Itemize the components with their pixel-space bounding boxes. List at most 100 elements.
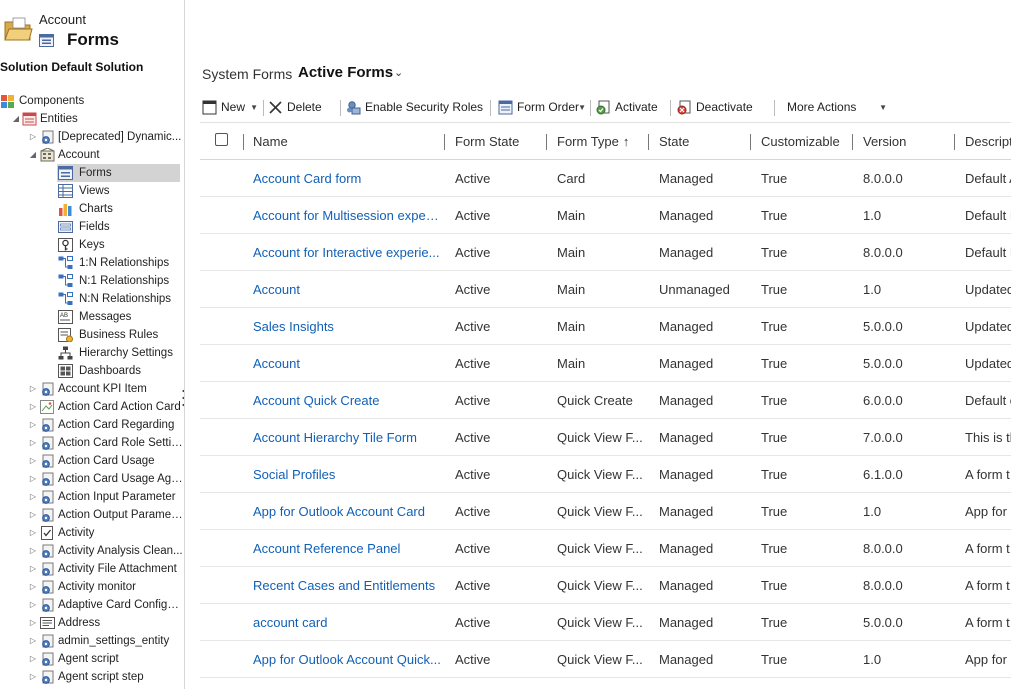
- column-resize-handle[interactable]: [546, 134, 547, 150]
- column-header-description[interactable]: Descript: [965, 123, 1011, 160]
- form-order-button[interactable]: Form Order ▼: [498, 96, 586, 119]
- tree-item[interactable]: ▷ Action Card Regarding: [0, 416, 184, 434]
- tree-item[interactable]: ▷ Agent script: [0, 650, 184, 668]
- table-row[interactable]: App for Outlook Account Card Active Quick …: [200, 493, 1011, 530]
- table-row[interactable]: Account Active Main Unmanaged True 1.0 Updated: [200, 271, 1011, 308]
- expand-arrow-icon[interactable]: ▷: [28, 398, 38, 416]
- select-all-checkbox[interactable]: [215, 133, 228, 146]
- tree-item[interactable]: ▷ Action Card Usage: [0, 452, 184, 470]
- table-row[interactable]: Social Profiles Active Quick View F... Mana…: [200, 456, 1011, 493]
- tree-item[interactable]: ▷ Activity: [0, 524, 184, 542]
- form-name-link[interactable]: Account Quick Create: [253, 382, 443, 419]
- tree-item[interactable]: ▷ Action Card Usage Agg...: [0, 470, 184, 488]
- expand-arrow-icon[interactable]: ▷: [28, 650, 38, 668]
- tree-item[interactable]: ▷ Action Card Action Card: [0, 398, 184, 416]
- tree-item[interactable]: ▷ Activity Analysis Clean...: [0, 542, 184, 560]
- column-header-version[interactable]: Version: [863, 123, 906, 160]
- form-name-link[interactable]: Account Card form: [253, 160, 443, 197]
- tree-item[interactable]: ▷ Address: [0, 614, 184, 632]
- form-name-link[interactable]: Account Reference Panel: [253, 530, 443, 567]
- form-name-link[interactable]: account card: [253, 604, 443, 641]
- tree-item[interactable]: Keys: [0, 236, 184, 254]
- tree-item[interactable]: ▷ Account KPI Item: [0, 380, 184, 398]
- expand-arrow-icon[interactable]: ▷: [28, 668, 38, 686]
- tree-item[interactable]: ◢ Account: [0, 146, 184, 164]
- expand-arrow-icon[interactable]: ▷: [28, 596, 38, 614]
- form-name-link[interactable]: Social Profiles: [253, 456, 443, 493]
- new-button[interactable]: New ▼: [202, 96, 258, 119]
- column-resize-handle[interactable]: [444, 134, 445, 150]
- column-header-form-type[interactable]: Form Type ↑: [557, 123, 629, 160]
- expand-arrow-icon[interactable]: ▷: [28, 632, 38, 650]
- column-header-customizable[interactable]: Customizable: [761, 123, 840, 160]
- table-row[interactable]: Sales Insights Active Main Managed True 5.0.0…: [200, 308, 1011, 345]
- activate-button[interactable]: Activate: [596, 96, 668, 119]
- expand-arrow-icon[interactable]: ▷: [28, 416, 38, 434]
- column-header-state[interactable]: State: [659, 123, 689, 160]
- tree-item[interactable]: Fields: [0, 218, 184, 236]
- form-name-link[interactable]: Account: [253, 271, 443, 308]
- tree-item[interactable]: 1:N Relationships: [0, 254, 184, 272]
- column-header-form-state[interactable]: Form State: [455, 123, 519, 160]
- tree-item[interactable]: N:1 Relationships: [0, 272, 184, 290]
- tree-item[interactable]: ▷ Activity File Attachment: [0, 560, 184, 578]
- more-actions-button[interactable]: More Actions ▼: [787, 96, 887, 119]
- tree-item[interactable]: Hierarchy Settings: [0, 344, 184, 362]
- tree-item[interactable]: ◢ Entities: [0, 110, 184, 128]
- column-resize-handle[interactable]: [648, 134, 649, 150]
- form-name-link[interactable]: Account Hierarchy Tile Form: [253, 419, 443, 456]
- column-resize-handle[interactable]: [243, 134, 244, 150]
- table-row[interactable]: Account Quick Create Active Quick Create Ma…: [200, 382, 1011, 419]
- table-row[interactable]: Recent Cases and Entitlements Active Quick…: [200, 567, 1011, 604]
- tree-item[interactable]: Charts: [0, 200, 184, 218]
- expand-arrow-icon[interactable]: ▷: [28, 614, 38, 632]
- table-row[interactable]: Account Card form Active Card Managed True 8.…: [200, 160, 1011, 197]
- form-name-link[interactable]: Sales Insights: [253, 308, 443, 345]
- form-name-link[interactable]: App for Outlook Account Card: [253, 493, 443, 530]
- table-row[interactable]: App for Outlook Account Quick... Active Qu…: [200, 641, 1011, 678]
- tree-item[interactable]: ▷ admin_settings_entity: [0, 632, 184, 650]
- delete-button[interactable]: Delete: [268, 96, 336, 119]
- table-row[interactable]: Account Hierarchy Tile Form Active Quick V…: [200, 419, 1011, 456]
- expand-arrow-icon[interactable]: ▷: [28, 452, 38, 470]
- expand-arrow-icon[interactable]: ▷: [28, 560, 38, 578]
- form-name-link[interactable]: Recent Cases and Entitlements: [253, 567, 443, 604]
- tree-item[interactable]: ▷ [Deprecated] Dynamic...: [0, 128, 184, 146]
- tree-item[interactable]: ▷ Action Card Role Setting: [0, 434, 184, 452]
- table-row[interactable]: account card Active Quick View F... Managed…: [200, 604, 1011, 641]
- deactivate-button[interactable]: Deactivate: [677, 96, 775, 119]
- form-name-link[interactable]: Account: [253, 345, 443, 382]
- form-name-link[interactable]: App for Outlook Account Quick...: [253, 641, 443, 678]
- expand-arrow-icon[interactable]: ▷: [28, 578, 38, 596]
- tree-item[interactable]: Business Rules: [0, 326, 184, 344]
- expand-arrow-icon[interactable]: ▷: [28, 380, 38, 398]
- enable-security-roles-button[interactable]: Enable Security Roles: [346, 96, 486, 119]
- tree-item[interactable]: AB Messages: [0, 308, 184, 326]
- form-name-link[interactable]: Account for Multisession experi...: [253, 197, 443, 234]
- table-row[interactable]: Account Reference Panel Active Quick View …: [200, 530, 1011, 567]
- splitter-handle[interactable]: [182, 388, 185, 408]
- tree-item[interactable]: Components: [0, 92, 184, 110]
- expand-arrow-icon[interactable]: ▷: [28, 470, 38, 488]
- chevron-down-icon[interactable]: ⌄: [394, 64, 406, 82]
- table-row[interactable]: Account for Interactive experie... Active…: [200, 234, 1011, 271]
- collapse-arrow-icon[interactable]: ◢: [28, 146, 38, 164]
- column-resize-handle[interactable]: [852, 134, 853, 150]
- tree-item[interactable]: ▷ Agent script step: [0, 668, 184, 686]
- expand-arrow-icon[interactable]: ▷: [28, 128, 38, 146]
- form-name-link[interactable]: Account for Interactive experie...: [253, 234, 443, 271]
- tree-item[interactable]: ▷ Action Output Parameter: [0, 506, 184, 524]
- expand-arrow-icon[interactable]: ▷: [28, 542, 38, 560]
- tree-item[interactable]: ▷ Activity monitor: [0, 578, 184, 596]
- tree-item[interactable]: ▷ Adaptive Card Configur...: [0, 596, 184, 614]
- collapse-arrow-icon[interactable]: ◢: [11, 110, 21, 128]
- tree-item[interactable]: Forms: [0, 164, 184, 182]
- expand-arrow-icon[interactable]: ▷: [28, 434, 38, 452]
- expand-arrow-icon[interactable]: ▷: [28, 488, 38, 506]
- tree-item[interactable]: N:N Relationships: [0, 290, 184, 308]
- column-resize-handle[interactable]: [750, 134, 751, 150]
- column-header-name[interactable]: Name: [253, 123, 288, 160]
- view-selector[interactable]: Active Forms: [298, 64, 393, 81]
- column-resize-handle[interactable]: [954, 134, 955, 150]
- expand-arrow-icon[interactable]: ▷: [28, 524, 38, 542]
